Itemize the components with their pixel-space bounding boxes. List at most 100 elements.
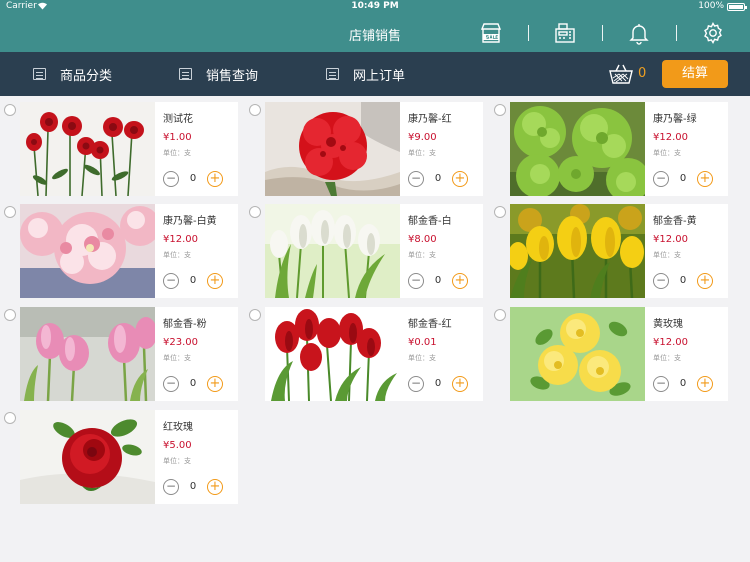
app-header: 店铺销售 xyxy=(0,14,750,52)
nav-bar: 商品分类 销售查询 网上订单 0 xyxy=(0,52,750,96)
product-price: ¥1.00 xyxy=(163,132,192,143)
select-radio[interactable] xyxy=(494,309,506,321)
product-price: ¥5.00 xyxy=(163,440,192,451)
product-unit: 单位：支 xyxy=(408,149,436,157)
product-image[interactable] xyxy=(510,102,645,196)
select-radio[interactable] xyxy=(4,412,16,424)
product-price: ¥9.00 xyxy=(408,132,437,143)
product-image[interactable] xyxy=(510,307,645,401)
nav-item-label: 销售查询 xyxy=(206,68,259,84)
list-icon xyxy=(326,68,339,80)
plus-icon[interactable]: + xyxy=(697,273,713,289)
header-separator xyxy=(528,25,529,41)
minus-icon[interactable]: − xyxy=(408,273,424,289)
status-time: 10:49 PM xyxy=(351,1,399,11)
minus-icon[interactable]: − xyxy=(408,171,424,187)
product-unit: 单位：支 xyxy=(653,354,681,362)
cart-count: 0 xyxy=(638,66,647,81)
select-radio[interactable] xyxy=(4,309,16,321)
product-name: 康乃馨-绿 xyxy=(653,114,697,125)
product-image[interactable] xyxy=(265,204,400,298)
product-info: 测试花 ¥1.00 单位：支 − 0 + xyxy=(155,102,238,196)
product-grid: 测试花 ¥1.00 单位：支 − 0 + 康乃馨-红 ¥9.00 单位：支 − … xyxy=(0,96,750,562)
minus-icon[interactable]: − xyxy=(163,273,179,289)
product-image[interactable] xyxy=(20,307,155,401)
list-icon xyxy=(33,68,46,80)
plus-icon[interactable]: + xyxy=(697,376,713,392)
product-image[interactable] xyxy=(20,204,155,298)
minus-icon[interactable]: − xyxy=(408,376,424,392)
product-info: 红玫瑰 ¥5.00 单位：支 − 0 + xyxy=(155,410,238,504)
product-name: 郁金香-粉 xyxy=(163,319,207,330)
battery-icon xyxy=(727,3,747,11)
select-radio[interactable] xyxy=(494,206,506,218)
select-radio[interactable] xyxy=(494,104,506,116)
product-price: ¥12.00 xyxy=(653,132,688,143)
cash-register-icon[interactable] xyxy=(553,21,577,45)
minus-icon[interactable]: − xyxy=(163,479,179,495)
quantity-value: 0 xyxy=(679,378,687,389)
select-radio[interactable] xyxy=(249,206,261,218)
plus-icon[interactable]: + xyxy=(207,376,223,392)
minus-icon[interactable]: − xyxy=(653,376,669,392)
product-price: ¥0.01 xyxy=(408,337,437,348)
battery-percent: 100% xyxy=(698,1,724,11)
minus-icon[interactable]: − xyxy=(653,273,669,289)
product-name: 黄玫瑰 xyxy=(653,319,683,330)
product-name: 郁金香-黄 xyxy=(653,216,697,227)
nav-item-sales-query[interactable]: 销售查询 xyxy=(179,65,259,84)
quantity-value: 0 xyxy=(189,173,197,184)
product-card: 郁金香-粉 ¥23.00 单位：支 − 0 + xyxy=(0,301,240,401)
select-radio[interactable] xyxy=(4,206,16,218)
plus-icon[interactable]: + xyxy=(207,171,223,187)
product-info: 郁金香-白 ¥8.00 单位：支 − 0 + xyxy=(400,204,483,298)
product-name: 郁金香-白 xyxy=(408,216,452,227)
product-info: 康乃馨-绿 ¥12.00 单位：支 − 0 + xyxy=(645,102,728,196)
checkout-button[interactable]: 结算 xyxy=(662,60,728,88)
plus-icon[interactable]: + xyxy=(207,273,223,289)
select-radio[interactable] xyxy=(249,104,261,116)
product-name: 红玫瑰 xyxy=(163,422,193,433)
nav-item-category[interactable]: 商品分类 xyxy=(33,65,112,84)
product-price: ¥12.00 xyxy=(653,234,688,245)
minus-icon[interactable]: − xyxy=(163,171,179,187)
plus-icon[interactable]: + xyxy=(697,171,713,187)
product-info: 康乃馨-白黄 ¥12.00 单位：支 − 0 + xyxy=(155,204,238,298)
gear-icon[interactable] xyxy=(701,21,725,45)
minus-icon[interactable]: − xyxy=(163,376,179,392)
header-separator xyxy=(676,25,677,41)
product-unit: 单位：支 xyxy=(163,354,191,362)
select-radio[interactable] xyxy=(4,104,16,116)
minus-icon[interactable]: − xyxy=(653,171,669,187)
product-image[interactable] xyxy=(510,204,645,298)
plus-icon[interactable]: + xyxy=(452,171,468,187)
select-radio[interactable] xyxy=(249,309,261,321)
bell-icon[interactable] xyxy=(627,21,651,45)
product-card: 郁金香-黄 ¥12.00 单位：支 − 0 + xyxy=(490,198,730,298)
product-price: ¥12.00 xyxy=(163,234,198,245)
product-card: 黄玫瑰 ¥12.00 单位：支 − 0 + xyxy=(490,301,730,401)
product-unit: 单位：支 xyxy=(653,251,681,259)
plus-icon[interactable]: + xyxy=(452,376,468,392)
product-unit: 单位：支 xyxy=(163,149,191,157)
product-image[interactable] xyxy=(265,102,400,196)
product-image[interactable] xyxy=(20,102,155,196)
sale-store-icon[interactable] xyxy=(479,21,503,45)
product-card: 郁金香-白 ¥8.00 单位：支 − 0 + xyxy=(245,198,485,298)
plus-icon[interactable]: + xyxy=(207,479,223,495)
nav-item-label: 网上订单 xyxy=(353,68,406,84)
quantity-value: 0 xyxy=(679,173,687,184)
product-image[interactable] xyxy=(20,410,155,504)
basket-icon[interactable] xyxy=(608,62,634,86)
nav-item-online-orders[interactable]: 网上订单 xyxy=(326,65,406,84)
product-image[interactable] xyxy=(265,307,400,401)
quantity-value: 0 xyxy=(189,275,197,286)
product-price: ¥8.00 xyxy=(408,234,437,245)
product-name: 康乃馨-红 xyxy=(408,114,452,125)
quantity-value: 0 xyxy=(434,378,442,389)
product-unit: 单位：支 xyxy=(163,457,191,465)
plus-icon[interactable]: + xyxy=(452,273,468,289)
status-bar: Carrier 10:49 PM 100% xyxy=(0,0,750,14)
product-unit: 单位：支 xyxy=(408,251,436,259)
product-card: 康乃馨-红 ¥9.00 单位：支 − 0 + xyxy=(245,96,485,196)
